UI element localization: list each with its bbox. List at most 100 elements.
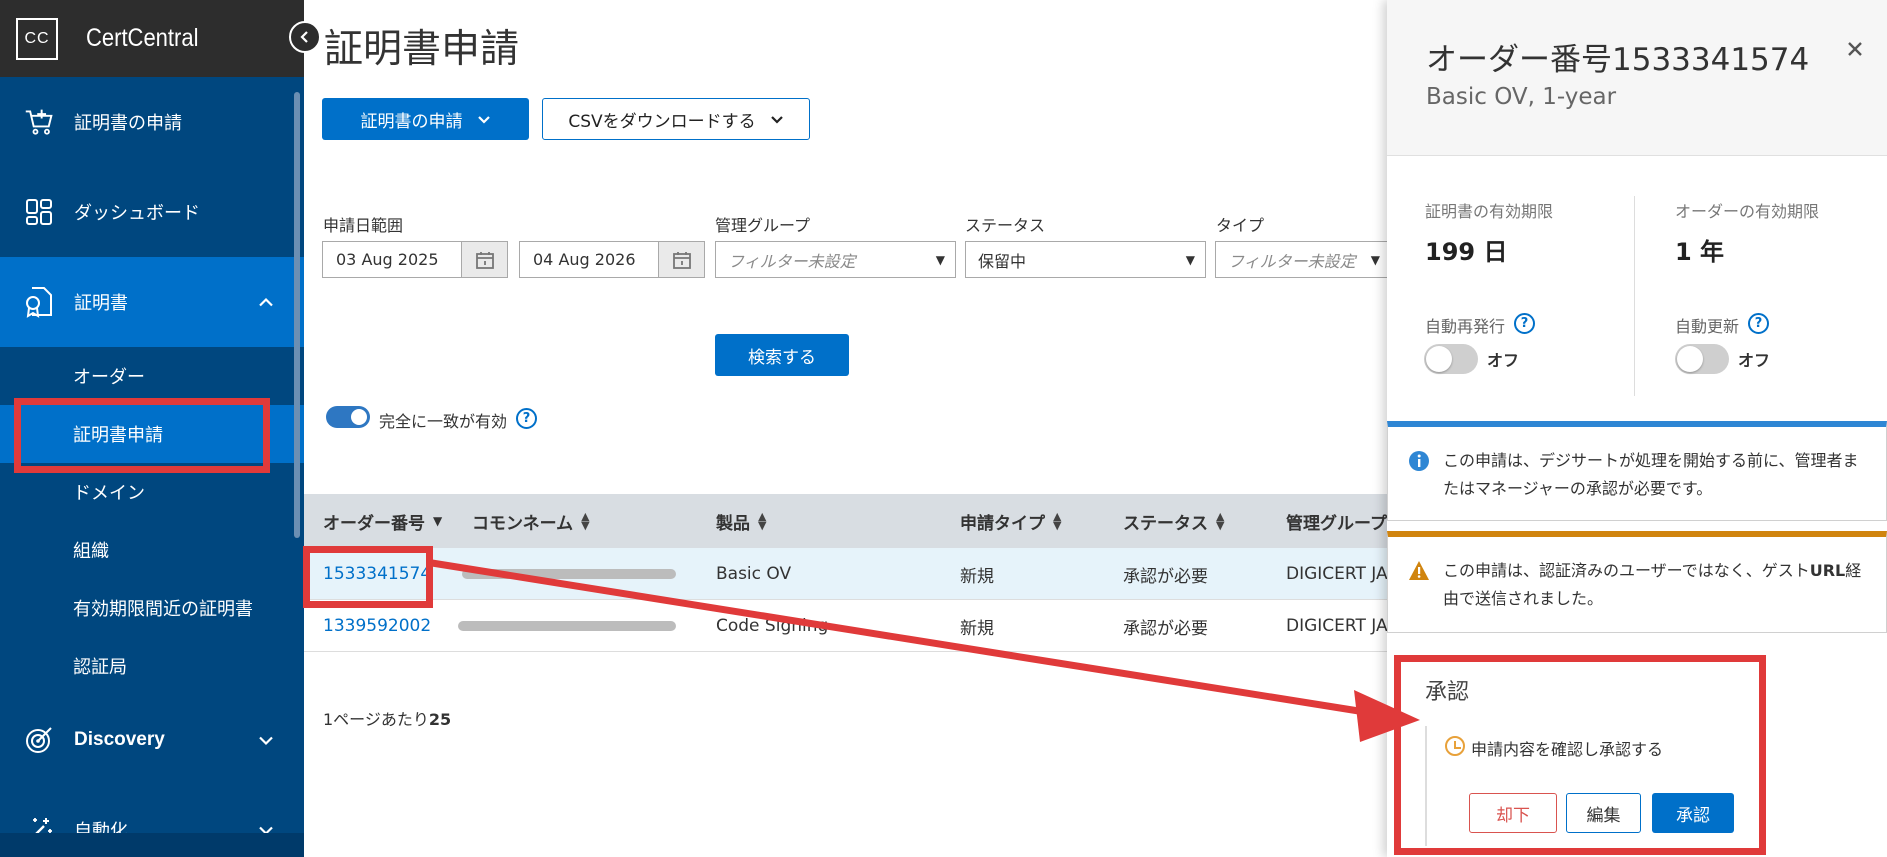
- approve-button[interactable]: 承認: [1652, 793, 1734, 833]
- help-icon[interactable]: ?: [1514, 313, 1535, 334]
- page-title: 証明書申請: [324, 27, 520, 72]
- close-icon[interactable]: [1847, 34, 1863, 64]
- group-cell: DIGICERT JAP: [1286, 616, 1398, 636]
- certificates-subnav: オーダー 証明書申請 ドメイン 組織 有効期限間近の証明書 認証局: [0, 347, 304, 695]
- download-csv-button[interactable]: CSVをダウンロードする: [542, 98, 810, 140]
- column-header-common-name[interactable]: コモンネーム ▲ ▼: [472, 494, 590, 548]
- edit-button[interactable]: 編集: [1566, 793, 1641, 833]
- reject-button[interactable]: 却下: [1469, 793, 1557, 833]
- brand-bar: CC CertCentral: [0, 0, 321, 77]
- column-header-order-number[interactable]: オーダー番号 ▼: [323, 494, 442, 548]
- subnav-organizations[interactable]: 組織: [0, 521, 304, 579]
- column-header-group[interactable]: 管理グループ: [1286, 494, 1387, 548]
- common-name-redacted: [458, 600, 676, 652]
- order-validity-label: オーダーの有効期限: [1675, 202, 1820, 221]
- date-range-label: 申請日範囲: [323, 216, 404, 235]
- sort-icon: ▲ ▼: [1216, 510, 1225, 532]
- product-cell: Code Signing: [716, 616, 829, 636]
- date-to-input[interactable]: 04 Aug 2026: [519, 241, 705, 278]
- table-row[interactable]: 1339592002 Code Signing 新規 承認が必要 DIGICER…: [304, 600, 1398, 652]
- certcentral-logo: CC: [16, 17, 58, 60]
- nav-label: ダッシュボード: [74, 203, 200, 224]
- select-value: フィルター未設定: [728, 251, 856, 271]
- approval-step: 申請内容を確認し承認する: [1471, 740, 1664, 759]
- calendar-icon[interactable]: [461, 242, 507, 277]
- nav-dashboard[interactable]: ダッシュボード: [0, 167, 304, 257]
- order-number-link[interactable]: 1339592002: [323, 600, 431, 652]
- cart-plus-icon: [24, 107, 54, 137]
- info-alert: この申請は、デジサートが処理を開始する前に、管理者またはマネージャーの承認が必要…: [1387, 421, 1887, 521]
- calendar-icon[interactable]: [658, 242, 704, 277]
- nav-label: 証明書の申請: [74, 113, 182, 134]
- cert-validity-label: 証明書の有効期限: [1425, 202, 1554, 221]
- request-certificate-button[interactable]: 証明書の申請: [322, 98, 529, 140]
- search-button[interactable]: 検索する: [715, 334, 849, 376]
- warning-message: この申請は、認証済みのユーザーではなく、ゲストURL経由で送信されました。: [1443, 557, 1863, 613]
- type-filter-label: タイプ: [1216, 216, 1265, 235]
- nav-discovery[interactable]: Discovery: [0, 695, 304, 785]
- subnav-certificate-requests[interactable]: 証明書申請: [0, 405, 304, 463]
- button-label: 証明書の申請: [360, 111, 463, 132]
- subnav-domains[interactable]: ドメイン: [0, 463, 304, 521]
- sort-icon: ▲ ▼: [758, 510, 767, 532]
- column-header-request-type[interactable]: 申請タイプ ▲ ▼: [960, 494, 1061, 548]
- panel-title: オーダー番号1533341574: [1426, 42, 1810, 78]
- column-label: オーダー番号: [323, 513, 425, 534]
- help-icon[interactable]: ?: [516, 408, 537, 429]
- collapse-sidebar-button[interactable]: [289, 21, 321, 53]
- sidebar-footer: [0, 833, 304, 857]
- chevron-left-icon: [300, 31, 308, 43]
- sidebar-scrollbar[interactable]: [294, 92, 300, 538]
- approval-section-title: 承認: [1425, 680, 1470, 705]
- sort-icon: ▲ ▼: [581, 510, 590, 532]
- info-icon: [1409, 451, 1429, 471]
- button-label: CSVをダウンロードする: [568, 111, 756, 132]
- clock-icon: [1445, 736, 1465, 756]
- per-page-selector[interactable]: 1ページあたり25: [323, 706, 451, 730]
- sort-desc-icon: ▼: [433, 514, 443, 528]
- exact-match-toggle[interactable]: [326, 406, 370, 428]
- order-number-link[interactable]: 1533341574: [323, 548, 431, 600]
- status-cell: 承認が必要: [1123, 566, 1208, 587]
- status-filter-select[interactable]: 保留中 ▼: [965, 241, 1206, 278]
- subnav-orders[interactable]: オーダー: [0, 347, 304, 405]
- table-header: オーダー番号 ▼ コモンネーム ▲ ▼ 製品 ▲ ▼ 申請タイプ ▲ ▼ ステータス …: [304, 494, 1387, 548]
- subnav-expiring-certificates[interactable]: 有効期限間近の証明書: [0, 579, 304, 637]
- product-cell: Basic OV: [716, 564, 792, 584]
- requests-table: オーダー番号 ▼ コモンネーム ▲ ▼ 製品 ▲ ▼ 申請タイプ ▲ ▼ ステータス …: [304, 494, 1398, 652]
- status-cell: 承認が必要: [1123, 618, 1208, 639]
- table-row[interactable]: 1533341574 Basic OV 新規 承認が必要 DIGICERT JA…: [304, 548, 1398, 600]
- column-header-status[interactable]: ステータス ▲ ▼: [1123, 494, 1224, 548]
- date-from-value: 03 Aug 2025: [336, 250, 439, 269]
- request-type-cell: 新規: [960, 618, 994, 639]
- caret-down-icon: ▼: [935, 252, 945, 267]
- help-icon[interactable]: ?: [1748, 313, 1769, 334]
- chevron-down-icon: [477, 110, 491, 128]
- subnav-certificate-authority[interactable]: 認証局: [0, 637, 304, 695]
- auto-renew-label: 自動更新: [1675, 317, 1740, 336]
- auto-reissue-toggle[interactable]: [1424, 344, 1478, 374]
- auto-renew-state: オフ: [1738, 351, 1771, 370]
- auto-renew-toggle[interactable]: [1675, 344, 1729, 374]
- nav-certificates[interactable]: 証明書: [0, 257, 304, 347]
- group-filter-label: 管理グループ: [715, 216, 811, 235]
- status-filter-label: ステータス: [965, 216, 1046, 235]
- date-from-input[interactable]: 03 Aug 2025: [322, 241, 508, 278]
- caret-down-icon: ▼: [1370, 252, 1380, 267]
- column-label: コモンネーム: [472, 513, 574, 534]
- stats-divider: [1634, 196, 1635, 396]
- group-cell: DIGICERT JAP: [1286, 564, 1398, 584]
- request-type-cell: 新規: [960, 566, 994, 587]
- order-validity-value: 1 年: [1675, 238, 1725, 266]
- warning-url: URL: [1809, 561, 1846, 580]
- date-to-value: 04 Aug 2026: [533, 250, 636, 269]
- nav-request-certificate[interactable]: 証明書の申請: [0, 77, 304, 167]
- type-filter-select[interactable]: フィルター未設定 ▼: [1215, 241, 1391, 278]
- column-header-product[interactable]: 製品 ▲ ▼: [716, 494, 766, 548]
- dashboard-grid-icon: [24, 197, 54, 227]
- group-filter-select[interactable]: フィルター未設定 ▼: [715, 241, 956, 278]
- common-name-redacted: [462, 548, 676, 600]
- select-value: フィルター未設定: [1228, 251, 1356, 271]
- chevron-down-icon: [770, 110, 784, 128]
- exact-match-label: 完全に一致が有効: [379, 412, 508, 431]
